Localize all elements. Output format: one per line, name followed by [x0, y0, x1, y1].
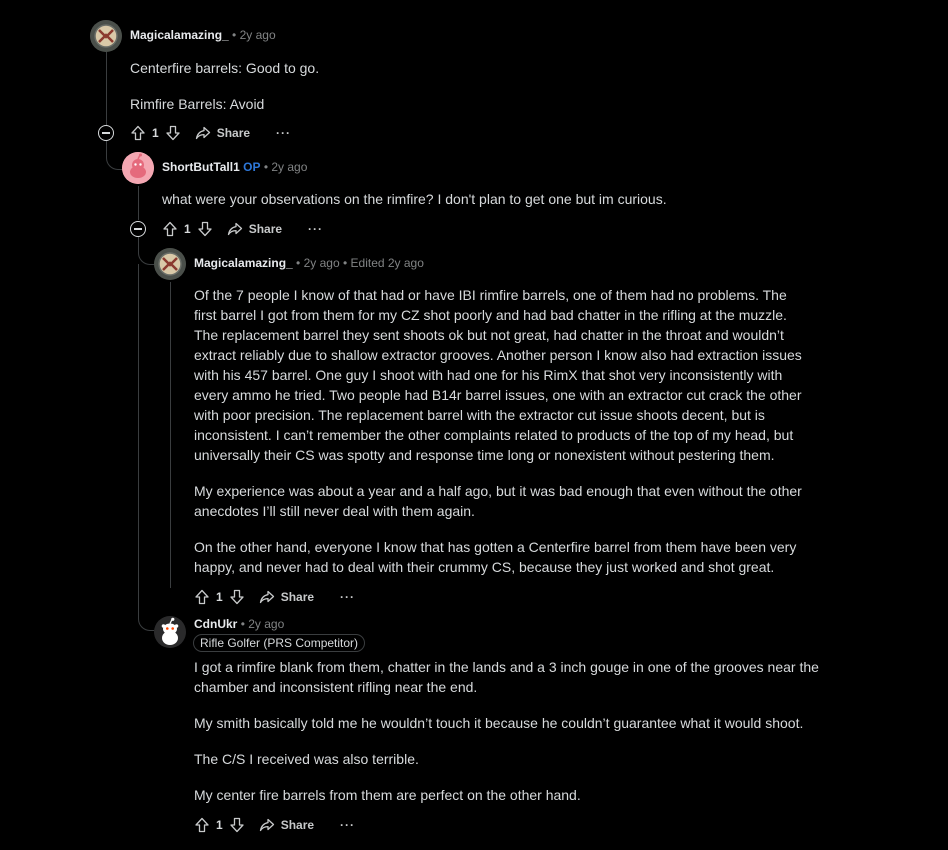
- share-label: Share: [248, 222, 283, 236]
- avatar[interactable]: [154, 616, 186, 648]
- downvote-icon[interactable]: [165, 125, 181, 141]
- thread-line-1: [106, 52, 107, 132]
- separator: •: [263, 160, 269, 174]
- comment-paragraph: On the other hand, everyone I know that …: [194, 539, 797, 575]
- thread-line-2: [138, 186, 139, 220]
- downvote-icon[interactable]: [229, 817, 245, 833]
- separator: •: [232, 28, 237, 42]
- share-label: Share: [216, 126, 251, 140]
- avatar-icon: [122, 152, 154, 184]
- vote-count: 1: [216, 590, 223, 604]
- comment-paragraph: My center fire barrels from them are per…: [194, 787, 581, 803]
- thread-line-2c: [138, 264, 139, 612]
- collapse-icon[interactable]: [130, 221, 146, 237]
- share-icon: [259, 590, 274, 604]
- upvote-icon[interactable]: [194, 589, 210, 605]
- avatar[interactable]: [154, 248, 186, 280]
- comment-meta: ShortButTall1 OP • 2y ago: [162, 159, 307, 175]
- comment-actions: 1 Share ···: [194, 587, 355, 607]
- comment-actions: 1 Share ···: [162, 219, 323, 239]
- comment-paragraph: My smith basically told me he wouldn’t t…: [194, 715, 804, 731]
- share-button[interactable]: Share: [227, 222, 282, 236]
- op-badge: OP: [243, 160, 261, 174]
- avatar-icon: [154, 248, 186, 280]
- comment-paragraph: Of the 7 people I know of that had or ha…: [194, 287, 802, 463]
- share-label: Share: [280, 590, 315, 604]
- author-name[interactable]: Magicalamazing_: [194, 256, 293, 270]
- timestamp[interactable]: 2y ago: [304, 256, 340, 270]
- comment-body: I got a rimfire blank from them, chatter…: [194, 657, 819, 805]
- comment-paragraph: Rimfire Barrels: Avoid: [130, 96, 265, 112]
- comment-body: Centerfire barrels: Good to go. Rimfire …: [130, 58, 830, 114]
- separator: •: [342, 256, 348, 270]
- comment-actions: 1 Share ···: [130, 123, 291, 143]
- comment-paragraph: I got a rimfire blank from them, chatter…: [194, 659, 819, 695]
- user-flair: Rifle Golfer (PRS Competitor): [193, 634, 366, 652]
- downvote-icon[interactable]: [229, 589, 245, 605]
- vote-count: 1: [216, 818, 223, 832]
- more-options-button[interactable]: ···: [276, 126, 291, 140]
- more-options-button[interactable]: ···: [340, 818, 355, 832]
- separator: •: [240, 617, 245, 631]
- author-name[interactable]: Magicalamazing_: [130, 28, 229, 42]
- share-icon: [227, 222, 242, 236]
- upvote-icon[interactable]: [194, 817, 210, 833]
- share-button[interactable]: Share: [259, 590, 314, 604]
- share-icon: [259, 818, 274, 832]
- comment-paragraph: My experience was about a year and a hal…: [194, 483, 802, 519]
- timestamp[interactable]: 2y ago: [271, 160, 307, 174]
- comment-paragraph: Centerfire barrels: Good to go.: [130, 60, 320, 76]
- thread-line-3: [170, 282, 171, 588]
- more-options-button[interactable]: ···: [340, 590, 355, 604]
- comment-meta: Magicalamazing_ • 2y ago • Edited 2y ago: [194, 255, 424, 271]
- avatar-icon: [90, 20, 122, 52]
- share-button[interactable]: Share: [259, 818, 314, 832]
- comment-body: Of the 7 people I know of that had or ha…: [194, 285, 810, 577]
- separator: •: [296, 256, 301, 270]
- edited-label: Edited 2y ago: [350, 256, 424, 270]
- comment-body: what were your observations on the rimfi…: [162, 189, 842, 209]
- comment-meta: Magicalamazing_ • 2y ago: [130, 27, 276, 43]
- comment-meta: CdnUkr • 2y ago: [194, 616, 284, 632]
- author-name[interactable]: CdnUkr: [194, 617, 237, 631]
- avatar[interactable]: [90, 20, 122, 52]
- vote-count: 1: [152, 126, 159, 140]
- author-name[interactable]: ShortButTall1: [162, 160, 240, 174]
- share-label: Share: [280, 818, 315, 832]
- collapse-icon[interactable]: [98, 125, 114, 141]
- timestamp[interactable]: 2y ago: [240, 28, 276, 42]
- downvote-icon[interactable]: [197, 221, 213, 237]
- upvote-icon[interactable]: [130, 125, 146, 141]
- comment-paragraph: The C/S I received was also terrible.: [194, 751, 419, 767]
- more-options-button[interactable]: ···: [308, 222, 323, 236]
- vote-count: 1: [184, 222, 191, 236]
- timestamp[interactable]: 2y ago: [248, 617, 284, 631]
- upvote-icon[interactable]: [162, 221, 178, 237]
- comment-actions: 1 Share ···: [194, 815, 355, 835]
- share-button[interactable]: Share: [195, 126, 250, 140]
- avatar[interactable]: [122, 152, 154, 184]
- share-icon: [195, 126, 210, 140]
- comment-paragraph: what were your observations on the rimfi…: [162, 191, 667, 207]
- avatar-icon: [154, 616, 186, 648]
